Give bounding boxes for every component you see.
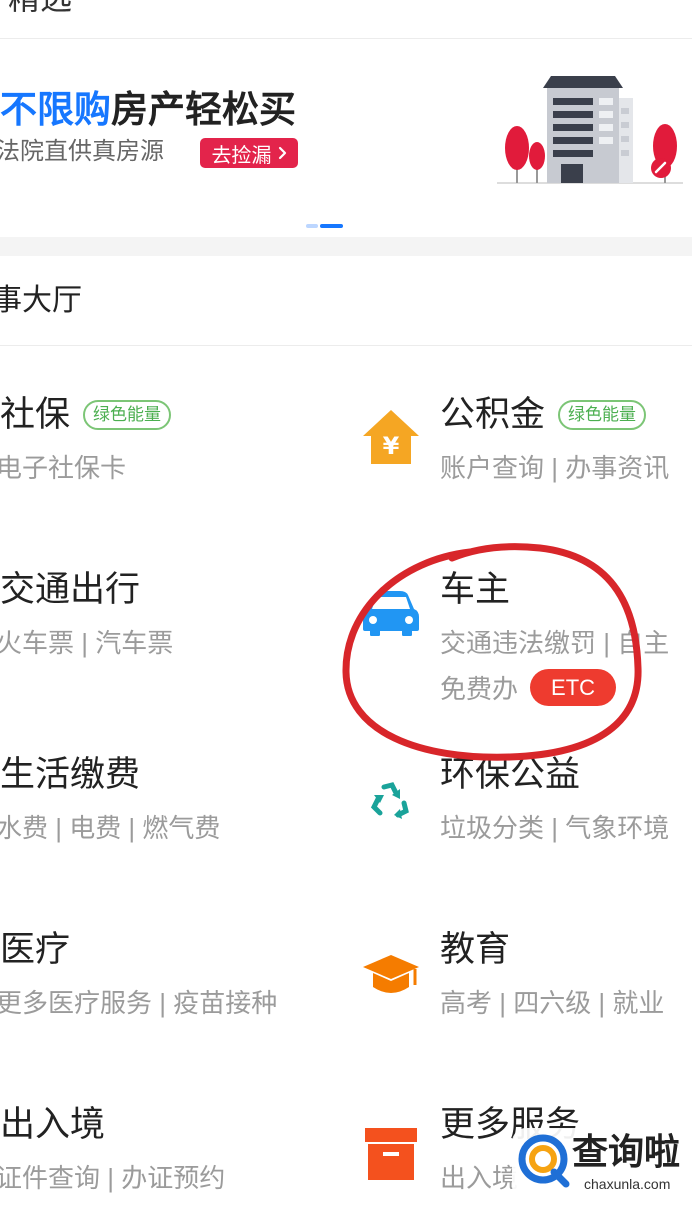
service-title: 社保 (0, 395, 71, 434)
service-extra-row: 免费办 ETC (440, 669, 692, 706)
watermark-brand: 查询啦 (572, 1131, 681, 1172)
svg-text:¥: ¥ (383, 432, 400, 460)
service-utilities[interactable]: 生活缴费 水费 | 电费 | 燃气费 (0, 754, 345, 864)
service-subtitle: 电子社保卡 (0, 453, 127, 483)
service-subtitle: 账户查询 | 办事资讯 (440, 453, 670, 483)
etc-badge[interactable]: ETC (530, 669, 617, 706)
service-title-row: 交通出行 (0, 569, 345, 611)
banner-headline-accent: 不限购 (0, 89, 111, 130)
service-social-security[interactable]: 社保 绿色能量 电子社保卡 (0, 394, 345, 504)
section-title-featured: 精选 (8, 0, 72, 18)
chevron-right-icon (278, 146, 287, 160)
service-title: 教育 (440, 930, 511, 969)
service-title: 生活缴费 (0, 755, 141, 794)
banner-headline-rest: 房产轻松买 (111, 89, 296, 130)
service-title-row: 公积金 绿色能量 (440, 394, 692, 436)
watermark: 查询啦 chaxunla.com (512, 1128, 692, 1200)
service-title-row: 环保公益 (440, 754, 692, 796)
recycle-icon[interactable] (360, 781, 422, 821)
service-title-row: 医疗 (0, 929, 345, 971)
service-title: 环保公益 (440, 755, 581, 794)
service-title-row: 教育 (440, 929, 692, 971)
service-subtitle: 更多医疗服务 | 疫苗接种 (0, 988, 278, 1018)
service-title: 医疗 (0, 930, 71, 969)
banner-subline: 法院直供真房源 (0, 138, 164, 165)
banner-cta-button[interactable]: 去捡漏 (200, 138, 298, 168)
service-environment[interactable]: 环保公益 垃圾分类 | 气象环境 (440, 754, 692, 894)
building-illustration (495, 68, 685, 188)
service-title-row: 出入境 (0, 1104, 345, 1146)
car-icon[interactable] (360, 589, 422, 637)
banner-cta-label: 去捡漏 (211, 144, 272, 167)
service-subtitle: 垃圾分类 | 气象环境 (440, 813, 670, 843)
service-title: 出入境 (0, 1105, 106, 1144)
carousel-dot-active[interactable] (320, 224, 343, 228)
carousel-dot[interactable] (306, 224, 318, 228)
service-subtitle: 高考 | 四六级 | 就业 (440, 988, 665, 1018)
service-subtitle: 火车票 | 汽车票 (0, 628, 174, 658)
service-car-owner[interactable]: 车主 交通违法缴罚 | 自主 免费办 ETC (440, 569, 692, 709)
box-icon[interactable] (360, 1124, 422, 1182)
watermark-domain: chaxunla.com (584, 1176, 671, 1192)
divider (0, 38, 692, 39)
service-title-row: 车主 (440, 569, 692, 611)
service-title-row: 生活缴费 (0, 754, 345, 796)
service-title: 公积金 (440, 395, 546, 434)
service-title: 车主 (440, 570, 511, 609)
service-title-row: 社保 绿色能量 (0, 394, 345, 436)
service-title: 交通出行 (0, 570, 141, 609)
service-education[interactable]: 教育 高考 | 四六级 | 就业 (440, 929, 692, 1069)
service-extra-text: 免费办 (440, 674, 519, 704)
section-separator (0, 237, 692, 256)
service-transport[interactable]: 交通出行 火车票 | 汽车票 (0, 569, 345, 679)
graduation-cap-icon[interactable] (360, 953, 422, 999)
service-hall-title: 事大厅 (0, 284, 82, 317)
service-housing-fund[interactable]: 公积金 绿色能量 账户查询 | 办事资讯 (440, 394, 692, 534)
service-subtitle: 证件查询 | 办证预约 (0, 1163, 226, 1193)
housing-fund-icon[interactable]: ¥ (360, 408, 422, 466)
service-medical[interactable]: 医疗 更多医疗服务 | 疫苗接种 (0, 929, 345, 1039)
service-subtitle: 水费 | 电费 | 燃气费 (0, 813, 221, 843)
divider (0, 345, 692, 346)
magnifier-q-logo (516, 1132, 572, 1195)
green-energy-badge: 绿色能量 (558, 400, 647, 430)
service-subtitle: 交通违法缴罚 | 自主 (440, 628, 670, 658)
service-immigration[interactable]: 出入境 证件查询 | 办证预约 (0, 1104, 345, 1212)
green-energy-badge: 绿色能量 (83, 400, 172, 430)
banner-headline[interactable]: 不限购房产轻松买 (0, 88, 296, 132)
